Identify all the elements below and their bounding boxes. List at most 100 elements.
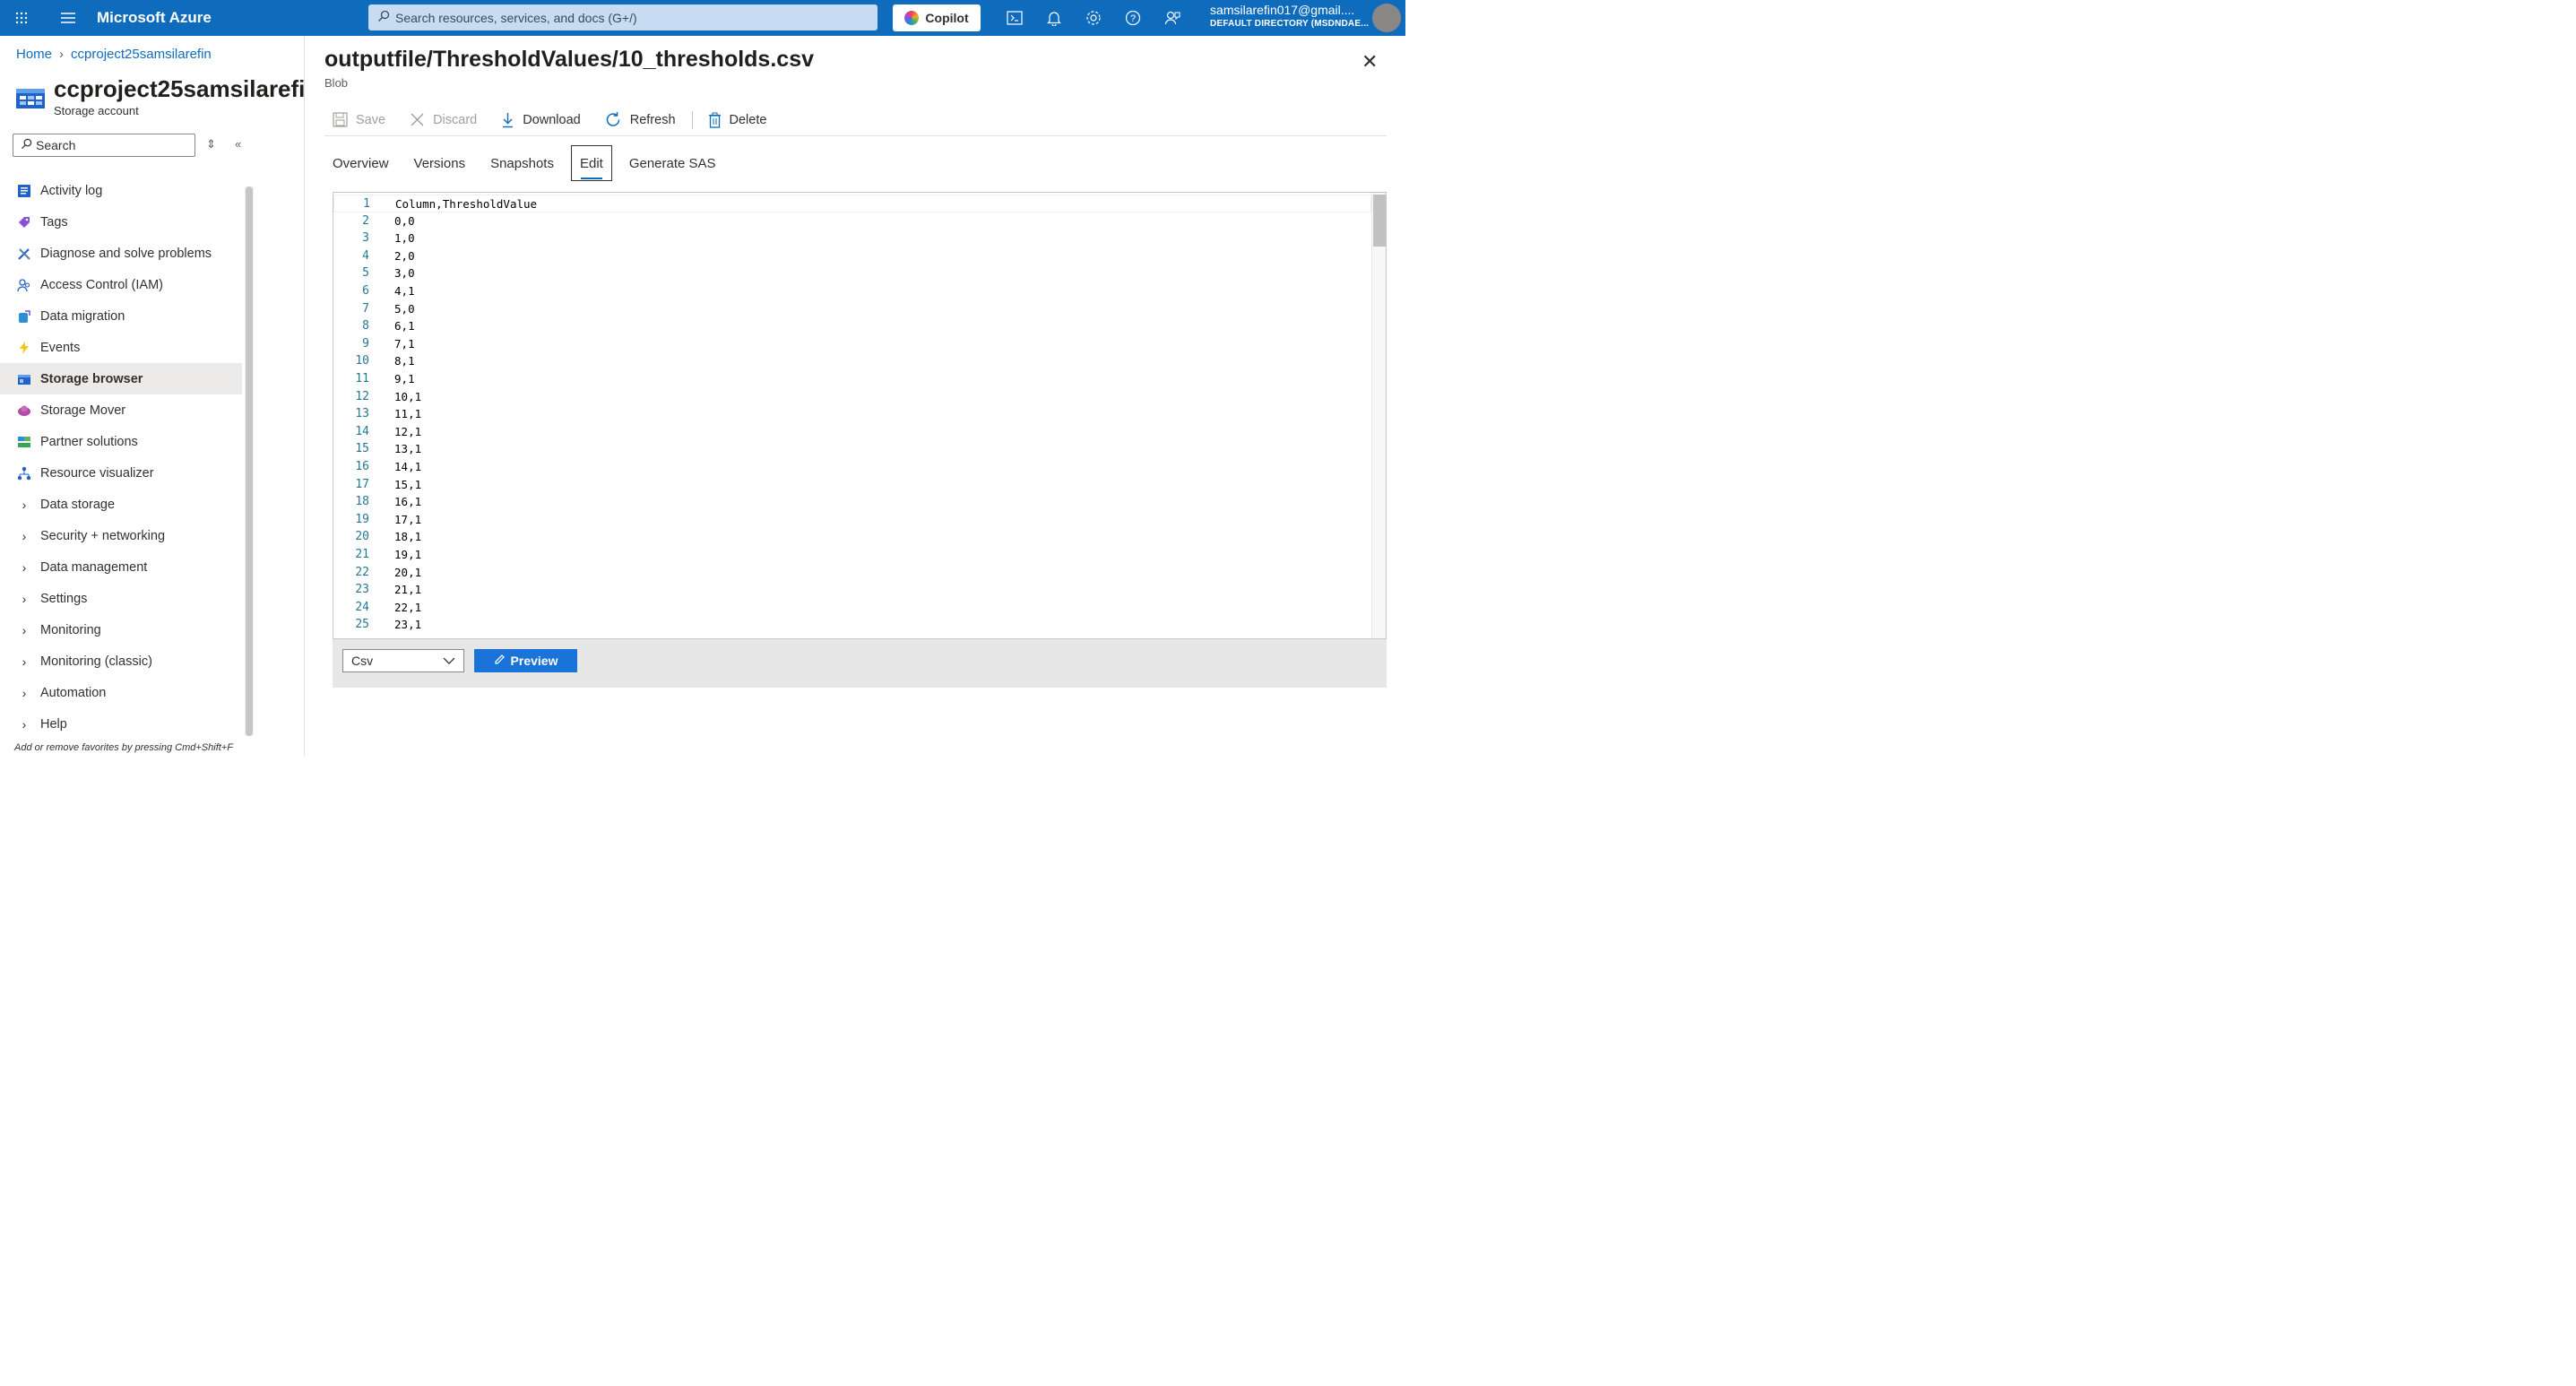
editor-line[interactable]: 6 4,1 [333, 282, 1371, 300]
editor-line[interactable]: 8 6,1 [333, 317, 1371, 335]
save-icon [333, 112, 348, 127]
preview-button[interactable]: Preview [474, 649, 578, 673]
delete-button[interactable]: Delete [700, 112, 766, 128]
nav-group-data-storage[interactable]: › Data storage [0, 489, 242, 520]
tab-generate-sas[interactable]: Generate SAS [621, 145, 724, 181]
editor-line[interactable]: 16 14,1 [333, 458, 1371, 476]
line-number: 19 [355, 512, 370, 526]
editor-scrollbar[interactable] [1371, 193, 1387, 639]
discard-button[interactable]: Discard [402, 112, 477, 127]
nav-group-monitoring[interactable]: › Monitoring [0, 614, 242, 645]
save-button[interactable]: Save [324, 112, 385, 127]
scrollbar-thumb[interactable] [1373, 195, 1387, 247]
nav-group-monitoring-classic[interactable]: › Monitoring (classic) [0, 645, 242, 677]
line-number: 23 [355, 583, 370, 597]
menu-search-input[interactable]: Search [13, 134, 196, 158]
editor-line[interactable]: 3 1,0 [333, 230, 1371, 247]
editor-line[interactable]: 24 22,1 [333, 599, 1371, 617]
download-label: Download [523, 112, 581, 127]
line-number: 20 [355, 530, 370, 544]
chevron-right-icon: › [22, 685, 27, 700]
nav-item-label: Access Control (IAM) [40, 277, 163, 292]
nav-item-events[interactable]: Events [0, 332, 242, 363]
help-icon[interactable]: ? [1113, 0, 1153, 36]
editor-line[interactable]: 2 0,0 [333, 212, 1371, 230]
tab-versions[interactable]: Versions [406, 145, 474, 181]
scrollbar-thumb[interactable] [246, 186, 254, 737]
collapse-icon[interactable]: « [235, 137, 241, 151]
nav-group-settings[interactable]: › Settings [0, 583, 242, 614]
editor-line[interactable]: 14 12,1 [333, 423, 1371, 441]
editor-line[interactable]: 18 16,1 [333, 493, 1371, 511]
nav-item-activity-log[interactable]: Activity log [0, 175, 242, 206]
grid-icon[interactable] [4, 0, 39, 36]
line-text: 8,1 [394, 354, 415, 368]
line-text: 17,1 [394, 512, 422, 526]
sort-icon[interactable]: ⇕ [206, 137, 216, 152]
feedback-icon[interactable] [1153, 0, 1192, 36]
nav-item-resource-visualizer[interactable]: Resource visualizer [0, 457, 242, 489]
copilot-button[interactable]: Copilot [893, 4, 981, 32]
nav-list: Activity log Tags Diagnose and solve pro… [0, 175, 243, 740]
line-number: 14 [355, 424, 370, 438]
nav-group-data-management[interactable]: › Data management [0, 551, 242, 583]
tab-snapshots[interactable]: Snapshots [482, 145, 562, 181]
global-search-input[interactable]: Search resources, services, and docs (G+… [368, 4, 878, 31]
editor-line[interactable]: 10 8,1 [333, 352, 1371, 370]
editor-line[interactable]: 22 20,1 [333, 564, 1371, 582]
brand-title[interactable]: Microsoft Azure [97, 9, 348, 27]
refresh-icon [605, 111, 622, 128]
gear-icon[interactable] [1074, 0, 1113, 36]
editor-line[interactable]: 15 13,1 [333, 440, 1371, 458]
editor-line[interactable]: 5 3,0 [333, 264, 1371, 282]
resource-title: ccproject25samsilarefin [54, 75, 306, 103]
nav-item-storage-browser[interactable]: Storage browser [0, 363, 243, 395]
breadcrumb-home[interactable]: Home [16, 47, 52, 62]
download-button[interactable]: Download [493, 112, 581, 128]
nav-item-tags[interactable]: Tags [0, 206, 242, 238]
editor-line[interactable]: 11 9,1 [333, 370, 1371, 388]
discard-icon [410, 112, 425, 127]
editor-line[interactable]: 4 2,0 [333, 247, 1371, 265]
editor-line[interactable]: 17 15,1 [333, 476, 1371, 494]
close-icon[interactable]: ✕ [1361, 50, 1378, 74]
format-select[interactable]: Csv [342, 649, 465, 673]
code-editor[interactable]: 1 Column,ThresholdValue 2 0,0 3 1,0 4 2,0 5 3,0 6 4… [333, 192, 1387, 640]
editor-line[interactable]: 9 7,1 [333, 335, 1371, 353]
breadcrumb-resource[interactable]: ccproject25samsilarefin [71, 47, 212, 62]
nav-item-storage-mover[interactable]: Storage Mover [0, 394, 242, 426]
bell-icon[interactable] [1034, 0, 1074, 36]
editor-line[interactable]: 7 5,0 [333, 300, 1371, 318]
nav-group-automation[interactable]: › Automation [0, 677, 242, 708]
editor-line[interactable]: 19 17,1 [333, 511, 1371, 529]
chevron-down-icon [442, 653, 456, 671]
breadcrumb: Home › ccproject25samsilarefin [16, 47, 212, 62]
account-info[interactable]: samsilarefin017@gmail.... DEFAULT DIRECT… [1210, 3, 1371, 31]
editor-line[interactable]: 12 10,1 [333, 388, 1371, 406]
editor-line[interactable]: 23 21,1 [333, 581, 1371, 599]
blob-panel: outputfile/ThresholdValues/10_thresholds… [306, 36, 1406, 757]
editor-line[interactable]: 25 23,1 [333, 616, 1371, 634]
account-name: samsilarefin017@gmail.... [1210, 3, 1355, 18]
tab-overview[interactable]: Overview [324, 145, 397, 181]
menu-scrollbar[interactable] [245, 186, 255, 737]
resource-subtitle: Storage account [54, 104, 139, 118]
editor-line[interactable]: 13 11,1 [333, 405, 1371, 423]
editor-line[interactable]: 21 19,1 [333, 546, 1371, 564]
refresh-button[interactable]: Refresh [597, 111, 676, 128]
avatar[interactable] [1372, 4, 1402, 33]
nav-item-partner-solutions[interactable]: Partner solutions [0, 426, 242, 457]
cloud-shell-icon[interactable] [995, 0, 1034, 36]
nav-item-diagnose[interactable]: Diagnose and solve problems [0, 238, 242, 269]
nav-group-help[interactable]: › Help [0, 708, 242, 740]
editor-line[interactable]: 1 Column,ThresholdValue [333, 195, 1372, 212]
nav-group-security-networking[interactable]: › Security + networking [0, 520, 242, 551]
nav-item-label: Resource visualizer [40, 465, 154, 481]
nav-item-data-migration[interactable]: Data migration [0, 300, 242, 332]
lightning-icon [16, 340, 32, 356]
nav-item-iam[interactable]: Access Control (IAM) [0, 269, 242, 300]
menu-icon[interactable] [50, 0, 86, 36]
tab-edit[interactable]: Edit [570, 145, 612, 182]
line-text: 7,1 [394, 336, 415, 351]
editor-line[interactable]: 20 18,1 [333, 528, 1371, 546]
